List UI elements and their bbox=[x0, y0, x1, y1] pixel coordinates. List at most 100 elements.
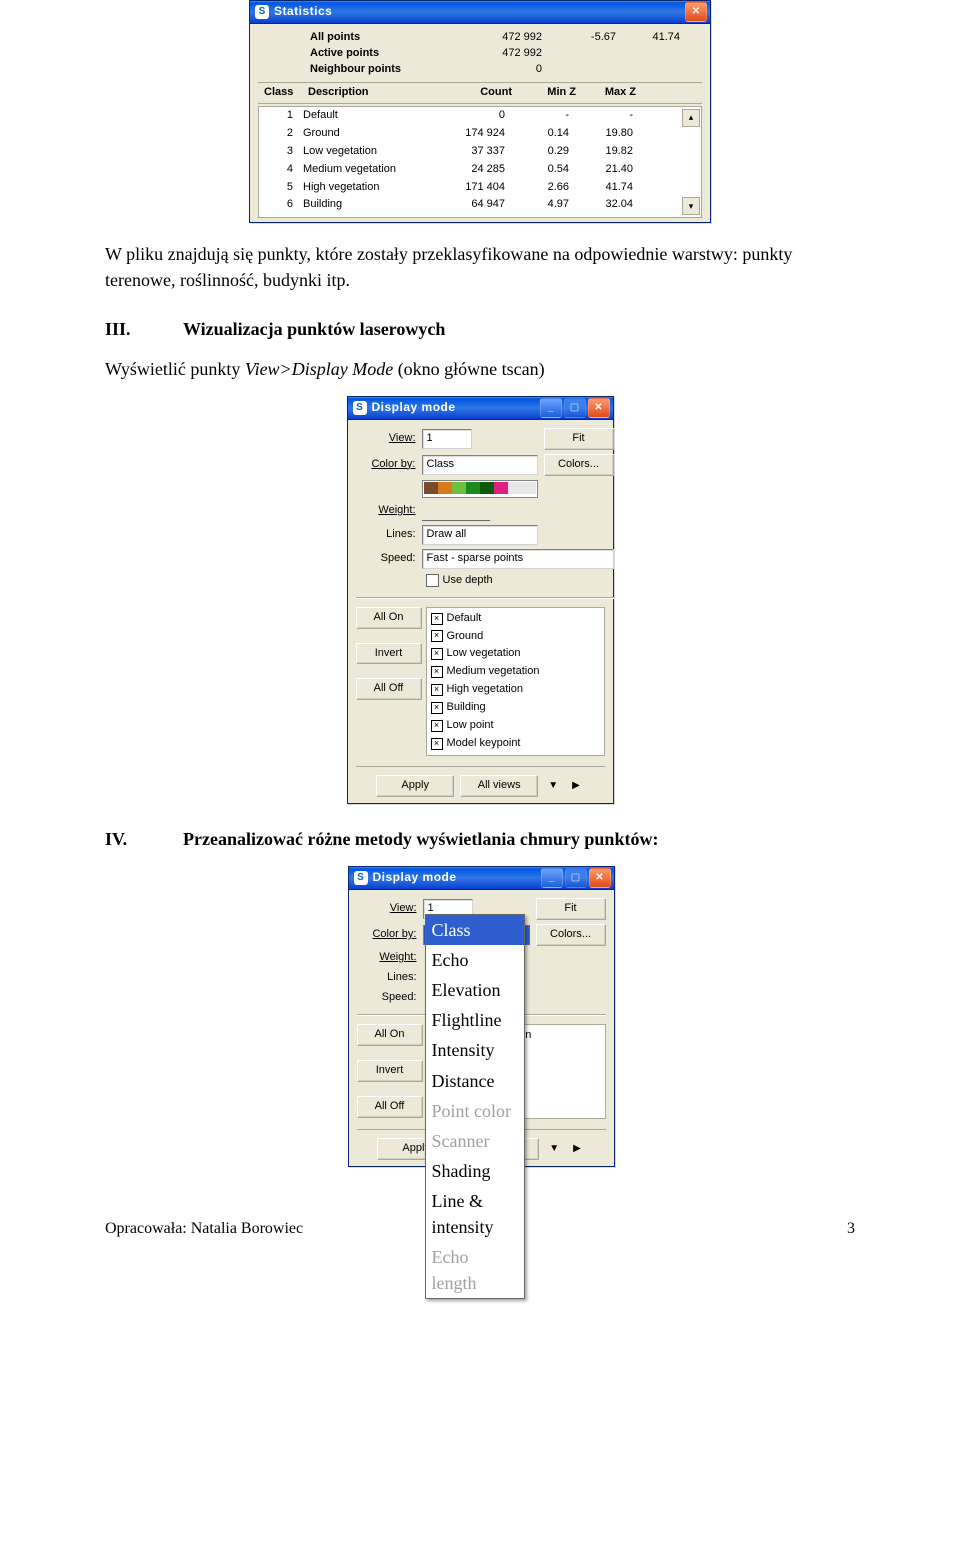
minimize-icon[interactable]: _ bbox=[540, 398, 562, 418]
class-list[interactable]: ×Default×Ground×Low vegetation×Medium ve… bbox=[426, 607, 605, 757]
weight-field[interactable] bbox=[422, 502, 490, 521]
class-item-label: Model keypoint bbox=[447, 736, 521, 752]
dropdown-option[interactable]: Line & intensity bbox=[426, 1186, 524, 1242]
arrow-right-icon[interactable]: ▶ bbox=[569, 1142, 585, 1157]
class-item[interactable]: ×Building bbox=[431, 699, 600, 717]
class-checkbox[interactable]: × bbox=[431, 702, 443, 714]
stats-column-headers: Class Description Count Min Z Max Z bbox=[258, 82, 702, 104]
display-mode-dialog: S Display mode _ ▢ ✕ View: 1 Fit Color b… bbox=[347, 396, 614, 804]
class-checkbox[interactable]: × bbox=[431, 613, 443, 625]
class-item[interactable]: × Medium vegetation bbox=[431, 663, 600, 681]
scroll-up-icon[interactable]: ▴ bbox=[682, 109, 700, 127]
invert-button[interactable]: Invert bbox=[356, 643, 422, 665]
page-number: 3 bbox=[847, 1217, 855, 1240]
class-checkbox[interactable]: × bbox=[431, 630, 443, 642]
lines-field[interactable]: Draw all bbox=[422, 525, 538, 545]
speed-field[interactable]: Fast - sparse points bbox=[422, 549, 614, 569]
dropdown-option[interactable]: Elevation bbox=[426, 975, 524, 1005]
stats-body: All points 472 992 -5.67 41.74 Active po… bbox=[250, 24, 710, 222]
paragraph-1: W pliku znajdują się punkty, które zosta… bbox=[105, 241, 855, 293]
dropdown-option[interactable]: Shading bbox=[426, 1156, 524, 1186]
fit-button[interactable]: Fit bbox=[544, 428, 614, 450]
hdr-desc: Description bbox=[308, 85, 438, 101]
active-points-label: Active points bbox=[310, 46, 460, 62]
fit-button[interactable]: Fit bbox=[536, 898, 606, 920]
class-item[interactable]: ×Low point bbox=[431, 717, 600, 735]
neighbour-points-count: 0 bbox=[464, 62, 542, 78]
maximize-icon: ▢ bbox=[565, 868, 587, 888]
class-item[interactable]: × Model keypoint bbox=[431, 735, 600, 753]
color-by-dropdown[interactable]: ClassEchoElevationFlightlineIntensityDis… bbox=[425, 914, 525, 1299]
class-item-label: High vegetation bbox=[447, 682, 523, 698]
colors-button[interactable]: Colors... bbox=[544, 454, 614, 476]
app-icon: S bbox=[255, 5, 269, 19]
color-by-field[interactable]: Class bbox=[422, 455, 538, 475]
colors-button[interactable]: Colors... bbox=[536, 924, 606, 946]
disp-menu-path: View>Display Mode bbox=[245, 359, 393, 379]
hdr-count: Count bbox=[442, 85, 512, 101]
all-on-button[interactable]: All On bbox=[357, 1024, 423, 1046]
weight-label: Weight: bbox=[357, 950, 417, 966]
class-checkbox[interactable]: × bbox=[431, 738, 443, 750]
class-item[interactable]: ×Low vegetation bbox=[431, 645, 600, 663]
dropdown-option[interactable]: Distance bbox=[426, 1066, 524, 1096]
stats-scrollbar[interactable]: ▴ ▾ bbox=[682, 109, 698, 216]
table-row[interactable]: 6Building64 9474.9732.04 bbox=[265, 196, 695, 214]
invert-button[interactable]: Invert bbox=[357, 1060, 423, 1082]
footer-author: Opracowała: Natalia Borowiec bbox=[105, 1217, 303, 1240]
table-row[interactable]: 2Ground174 9240.1419.80 bbox=[265, 125, 695, 143]
hdr-class: Class bbox=[264, 85, 304, 101]
table-row[interactable]: 4Medium vegetation24 2850.5421.40 bbox=[265, 161, 695, 179]
close-icon[interactable]: ✕ bbox=[685, 2, 707, 22]
color-swatch bbox=[466, 482, 480, 494]
dm-titlebar[interactable]: S Display mode _ ▢ ✕ bbox=[348, 397, 613, 420]
all-on-button[interactable]: All On bbox=[356, 607, 422, 629]
table-row[interactable]: 1Default0-- bbox=[265, 107, 695, 125]
dropdown-option[interactable]: Intensity bbox=[426, 1035, 524, 1065]
maximize-icon: ▢ bbox=[564, 398, 586, 418]
use-depth-label: Use depth bbox=[443, 573, 493, 589]
apply-button[interactable]: Apply bbox=[376, 775, 454, 797]
disp-post: (okno główne tscan) bbox=[393, 359, 544, 379]
arrow-down-icon[interactable]: ▼ bbox=[545, 1142, 563, 1157]
class-checkbox[interactable]: × bbox=[431, 648, 443, 660]
section-4-number: IV. bbox=[105, 826, 145, 852]
all-views-button[interactable]: All views bbox=[460, 775, 538, 797]
color-swatch bbox=[508, 482, 522, 494]
all-off-button[interactable]: All Off bbox=[357, 1096, 423, 1118]
minimize-icon[interactable]: _ bbox=[541, 868, 563, 888]
table-row[interactable]: 5High vegetation171 4042.6641.74 bbox=[265, 179, 695, 197]
stats-titlebar[interactable]: S Statistics ✕ bbox=[250, 1, 710, 24]
dropdown-option[interactable]: Class bbox=[426, 915, 524, 945]
dm2-titlebar[interactable]: S Display mode _ ▢ ✕ bbox=[349, 867, 614, 890]
scroll-down-icon[interactable]: ▾ bbox=[682, 197, 700, 215]
class-checkbox[interactable]: × bbox=[431, 720, 443, 732]
lines-label: Lines: bbox=[356, 527, 416, 543]
class-item[interactable]: ×Default bbox=[431, 610, 600, 628]
section-3-number: III. bbox=[105, 316, 145, 342]
class-item-label: Medium vegetation bbox=[447, 664, 540, 680]
dropdown-option: Point color bbox=[426, 1096, 524, 1126]
close-icon[interactable]: ✕ bbox=[589, 868, 611, 888]
color-swatch bbox=[494, 482, 508, 494]
table-row[interactable]: 3Low vegetation37 3370.2919.82 bbox=[265, 143, 695, 161]
arrow-right-icon[interactable]: ▶ bbox=[568, 779, 584, 794]
arrow-down-icon[interactable]: ▼ bbox=[544, 779, 562, 794]
use-depth-checkbox[interactable] bbox=[426, 574, 439, 587]
all-off-button[interactable]: All Off bbox=[356, 678, 422, 700]
class-item[interactable]: × High vegetation bbox=[431, 681, 600, 699]
disp-pre: Wyświetlić punkty bbox=[105, 359, 245, 379]
close-icon[interactable]: ✕ bbox=[588, 398, 610, 418]
use-depth-row[interactable]: Use depth bbox=[422, 573, 614, 589]
class-checkbox[interactable]: × bbox=[431, 666, 443, 678]
view-field[interactable]: 1 bbox=[422, 429, 472, 449]
dropdown-option: Echo length bbox=[426, 1242, 524, 1298]
view-label: View: bbox=[357, 901, 417, 917]
dropdown-option[interactable]: Echo bbox=[426, 945, 524, 975]
class-item[interactable]: ×Ground bbox=[431, 628, 600, 646]
class-checkbox[interactable]: × bbox=[431, 684, 443, 696]
dropdown-option: Scanner bbox=[426, 1126, 524, 1156]
weight-label: Weight: bbox=[356, 503, 416, 519]
dropdown-option[interactable]: Flightline bbox=[426, 1005, 524, 1035]
app-icon: S bbox=[354, 871, 368, 885]
